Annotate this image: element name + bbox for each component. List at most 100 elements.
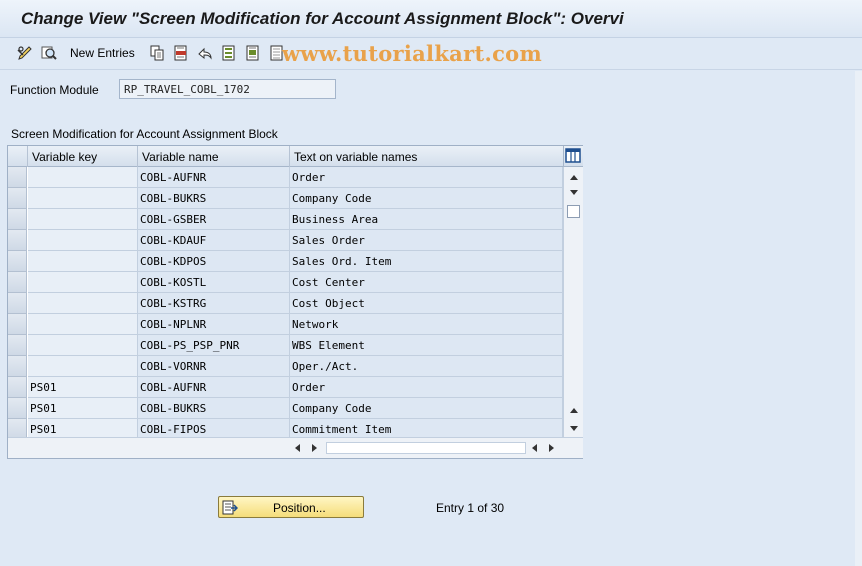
right-frame-edge — [855, 71, 862, 566]
entry-counter: Entry 1 of 30 — [436, 501, 505, 515]
cell-variable-name[interactable]: COBL-BUKRS — [138, 398, 290, 419]
title-bar: Change View "Screen Modification for Acc… — [0, 0, 862, 38]
cell-variable-name[interactable]: COBL-NPLNR — [138, 314, 290, 335]
scroll-down-icon[interactable] — [570, 190, 578, 195]
position-button[interactable]: Position... — [218, 496, 364, 518]
cell-variable-key[interactable] — [28, 335, 138, 356]
cell-variable-name[interactable]: COBL-GSBER — [138, 209, 290, 230]
cell-text[interactable]: Business Area — [290, 209, 563, 230]
display-change-icon[interactable] — [17, 45, 33, 61]
watermark: www.tutorialkart.com — [282, 41, 542, 66]
cell-variable-name[interactable]: COBL-AUFNR — [138, 167, 290, 188]
row-selector[interactable] — [8, 398, 27, 419]
cell-variable-key[interactable] — [28, 230, 138, 251]
row-selector[interactable] — [8, 230, 27, 251]
cell-variable-name[interactable]: COBL-VORNR — [138, 356, 290, 377]
cell-variable-name[interactable]: COBL-KDPOS — [138, 251, 290, 272]
row-selector[interactable] — [8, 167, 27, 188]
find-icon[interactable] — [41, 45, 57, 61]
cell-variable-key[interactable] — [28, 272, 138, 293]
delete-icon[interactable] — [173, 45, 189, 61]
cell-text[interactable]: Cost Center — [290, 272, 563, 293]
position-icon — [222, 500, 239, 518]
scroll-far-right-icon[interactable] — [549, 444, 554, 452]
cell-variable-name[interactable]: COBL-KDAUF — [138, 230, 290, 251]
row-selector[interactable] — [8, 209, 27, 230]
cell-text[interactable]: Cost Object — [290, 293, 563, 314]
table-header: Variable key Variable name Text on varia… — [8, 146, 563, 167]
copy-icon[interactable] — [149, 45, 165, 61]
table-control: Variable key Variable name Text on varia… — [7, 145, 583, 459]
table-row[interactable]: COBL-KSTRG Cost Object — [8, 293, 563, 314]
table-row[interactable]: PS01 COBL-AUFNR Order — [8, 377, 563, 398]
scrollbar-thumb[interactable] — [567, 205, 580, 218]
function-module-label: Function Module — [10, 83, 99, 97]
cell-text[interactable]: Order — [290, 377, 563, 398]
cell-variable-name[interactable]: COBL-AUFNR — [138, 377, 290, 398]
cell-text[interactable]: Network — [290, 314, 563, 335]
window-title: Change View "Screen Modification for Acc… — [21, 9, 624, 28]
cell-variable-key[interactable] — [28, 293, 138, 314]
table-row[interactable]: COBL-VORNR Oper./Act. — [8, 356, 563, 377]
cell-variable-key[interactable] — [28, 209, 138, 230]
table-row[interactable]: COBL-PS_PSP_PNR WBS Element — [8, 335, 563, 356]
cell-text[interactable]: Sales Order — [290, 230, 563, 251]
table-title: Screen Modification for Account Assignme… — [11, 127, 278, 141]
cell-variable-key[interactable] — [28, 188, 138, 209]
select-block-icon[interactable] — [245, 45, 261, 61]
row-selector[interactable] — [8, 377, 27, 398]
cell-variable-key[interactable] — [28, 251, 138, 272]
cell-text[interactable]: Order — [290, 167, 563, 188]
cell-text[interactable]: Sales Ord. Item — [290, 251, 563, 272]
vertical-scrollbar[interactable] — [563, 167, 583, 437]
horizontal-scrollbar[interactable] — [8, 437, 583, 458]
cell-variable-key[interactable]: PS01 — [28, 398, 138, 419]
scroll-up-icon[interactable] — [570, 175, 578, 180]
row-selector[interactable] — [8, 188, 27, 209]
cell-text[interactable]: WBS Element — [290, 335, 563, 356]
cell-variable-key[interactable] — [28, 314, 138, 335]
column-header-variable-name[interactable]: Variable name — [138, 146, 290, 167]
row-selector[interactable] — [8, 293, 27, 314]
row-selector[interactable] — [8, 356, 27, 377]
cell-text[interactable]: Oper./Act. — [290, 356, 563, 377]
table-row[interactable]: COBL-GSBER Business Area — [8, 209, 563, 230]
row-selector[interactable] — [8, 335, 27, 356]
table-row[interactable]: COBL-KDPOS Sales Ord. Item — [8, 251, 563, 272]
application-toolbar: New Entries www.tutorialkart.com — [0, 38, 862, 70]
cell-variable-key[interactable] — [28, 356, 138, 377]
scroll-right-icon[interactable] — [312, 444, 317, 452]
scroll-page-up-icon[interactable] — [570, 408, 578, 413]
table-row[interactable]: COBL-AUFNR Order — [8, 167, 563, 188]
column-header-variable-key[interactable]: Variable key — [28, 146, 138, 167]
table-settings-icon — [565, 148, 581, 163]
row-selector[interactable] — [8, 314, 27, 335]
row-selector[interactable] — [8, 251, 27, 272]
scroll-page-down-icon[interactable] — [570, 426, 578, 431]
cell-variable-name[interactable]: COBL-PS_PSP_PNR — [138, 335, 290, 356]
select-all-icon[interactable] — [221, 45, 237, 61]
cell-text[interactable]: Company Code — [290, 398, 563, 419]
table-row[interactable]: PS01 COBL-BUKRS Company Code — [8, 398, 563, 419]
table-row[interactable]: COBL-NPLNR Network — [8, 314, 563, 335]
table-row[interactable]: COBL-KDAUF Sales Order — [8, 230, 563, 251]
table-row[interactable]: COBL-KOSTL Cost Center — [8, 272, 563, 293]
cell-variable-key[interactable] — [28, 167, 138, 188]
column-header-text[interactable]: Text on variable names — [290, 146, 563, 167]
scroll-far-left-icon[interactable] — [532, 444, 537, 452]
cell-variable-name[interactable]: COBL-BUKRS — [138, 188, 290, 209]
select-all-rows-corner[interactable] — [8, 146, 28, 167]
table-settings-button[interactable] — [563, 146, 583, 167]
cell-variable-name[interactable]: COBL-KOSTL — [138, 272, 290, 293]
undo-icon[interactable] — [197, 45, 213, 61]
function-module-field[interactable]: RP_TRAVEL_COBL_1702 — [119, 79, 336, 99]
table-row[interactable]: COBL-BUKRS Company Code — [8, 188, 563, 209]
cell-text[interactable]: Company Code — [290, 188, 563, 209]
horizontal-scroll-track[interactable] — [326, 442, 526, 454]
scroll-left-icon[interactable] — [295, 444, 300, 452]
cell-variable-key[interactable]: PS01 — [28, 377, 138, 398]
position-button-label: Position... — [273, 501, 326, 515]
cell-variable-name[interactable]: COBL-KSTRG — [138, 293, 290, 314]
row-selector[interactable] — [8, 272, 27, 293]
new-entries-button[interactable]: New Entries — [70, 46, 135, 60]
